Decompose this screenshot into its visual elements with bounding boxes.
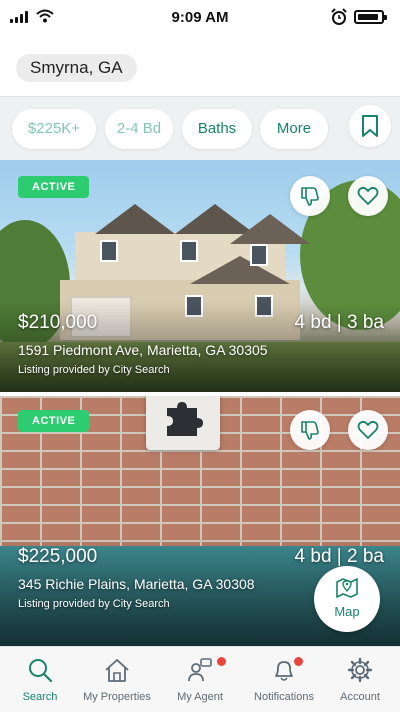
more-filter-chip[interactable]: More [260,109,328,149]
status-badge: ACTIVE [18,410,90,432]
status-badge: ACTIVE [18,176,90,198]
location-pill[interactable]: Smyrna, GA [16,54,137,82]
listing-beds-baths: 4 bd | 2 ba [294,546,384,567]
nav-label: Search [22,691,58,703]
nav-label: My Properties [83,691,151,703]
favorite-button[interactable] [348,410,388,450]
baths-filter-chip[interactable]: Baths [182,109,252,149]
nav-item-account[interactable]: Account [320,647,400,712]
alarm-icon [331,8,347,25]
price-filter-chip[interactable]: $225K+ [12,109,96,149]
gear-icon [347,657,373,683]
search-icon [29,659,53,683]
nav-item-my-properties[interactable]: My Properties [77,647,157,712]
thumbs-down-icon [301,187,319,206]
beds-filter-chip[interactable]: 2-4 Bd [105,109,173,149]
agent-icon [188,658,212,682]
nav-label: Notifications [254,691,314,703]
home-icon [105,659,129,682]
bookmark-icon [362,115,378,137]
nav-label: My Agent [177,691,223,703]
heart-icon [357,186,379,205]
notification-dot [217,657,226,666]
nav-item-search[interactable]: Search [0,647,80,712]
map-button[interactable]: Map [314,566,380,632]
notification-dot [294,657,303,666]
puzzle-icon [167,402,203,436]
favorite-button[interactable] [348,176,388,216]
listing-price: $210,000 [18,312,98,333]
heart-icon [357,420,379,439]
listing-beds-baths: 4 bd | 3 ba [294,312,384,333]
status-bar: 9:09 AM [0,0,400,36]
bottom-nav: Search My Properties My Agent Notificati… [0,646,400,712]
nav-item-my-agent[interactable]: My Agent [160,647,240,712]
listing-provider: Listing provided by City Search [18,364,170,376]
map-pin-icon [336,578,358,598]
nav-label: Account [340,691,380,703]
save-search-button[interactable] [349,105,391,147]
thumbs-down-icon [301,421,319,440]
filter-bar: $225K+ 2-4 Bd Baths More [0,96,400,160]
listing-card[interactable]: ACTIVE $210,000 4 bd | 3 ba 1591 Piedmon… [0,160,400,392]
puzzle-tile [146,396,220,450]
map-button-label: Map [334,604,360,619]
listing-address: 345 Richie Plains, Marietta, GA 30308 [18,576,255,592]
listing-address: 1591 Piedmont Ave, Marietta, GA 30305 [18,342,268,358]
listing-provider: Listing provided by City Search [18,598,170,610]
dislike-button[interactable] [290,176,330,216]
nav-item-notifications[interactable]: Notifications [244,647,324,712]
battery-icon [354,10,387,24]
dislike-button[interactable] [290,410,330,450]
listing-price: $225,000 [18,546,98,567]
location-bar: Smyrna, GA [0,36,400,96]
